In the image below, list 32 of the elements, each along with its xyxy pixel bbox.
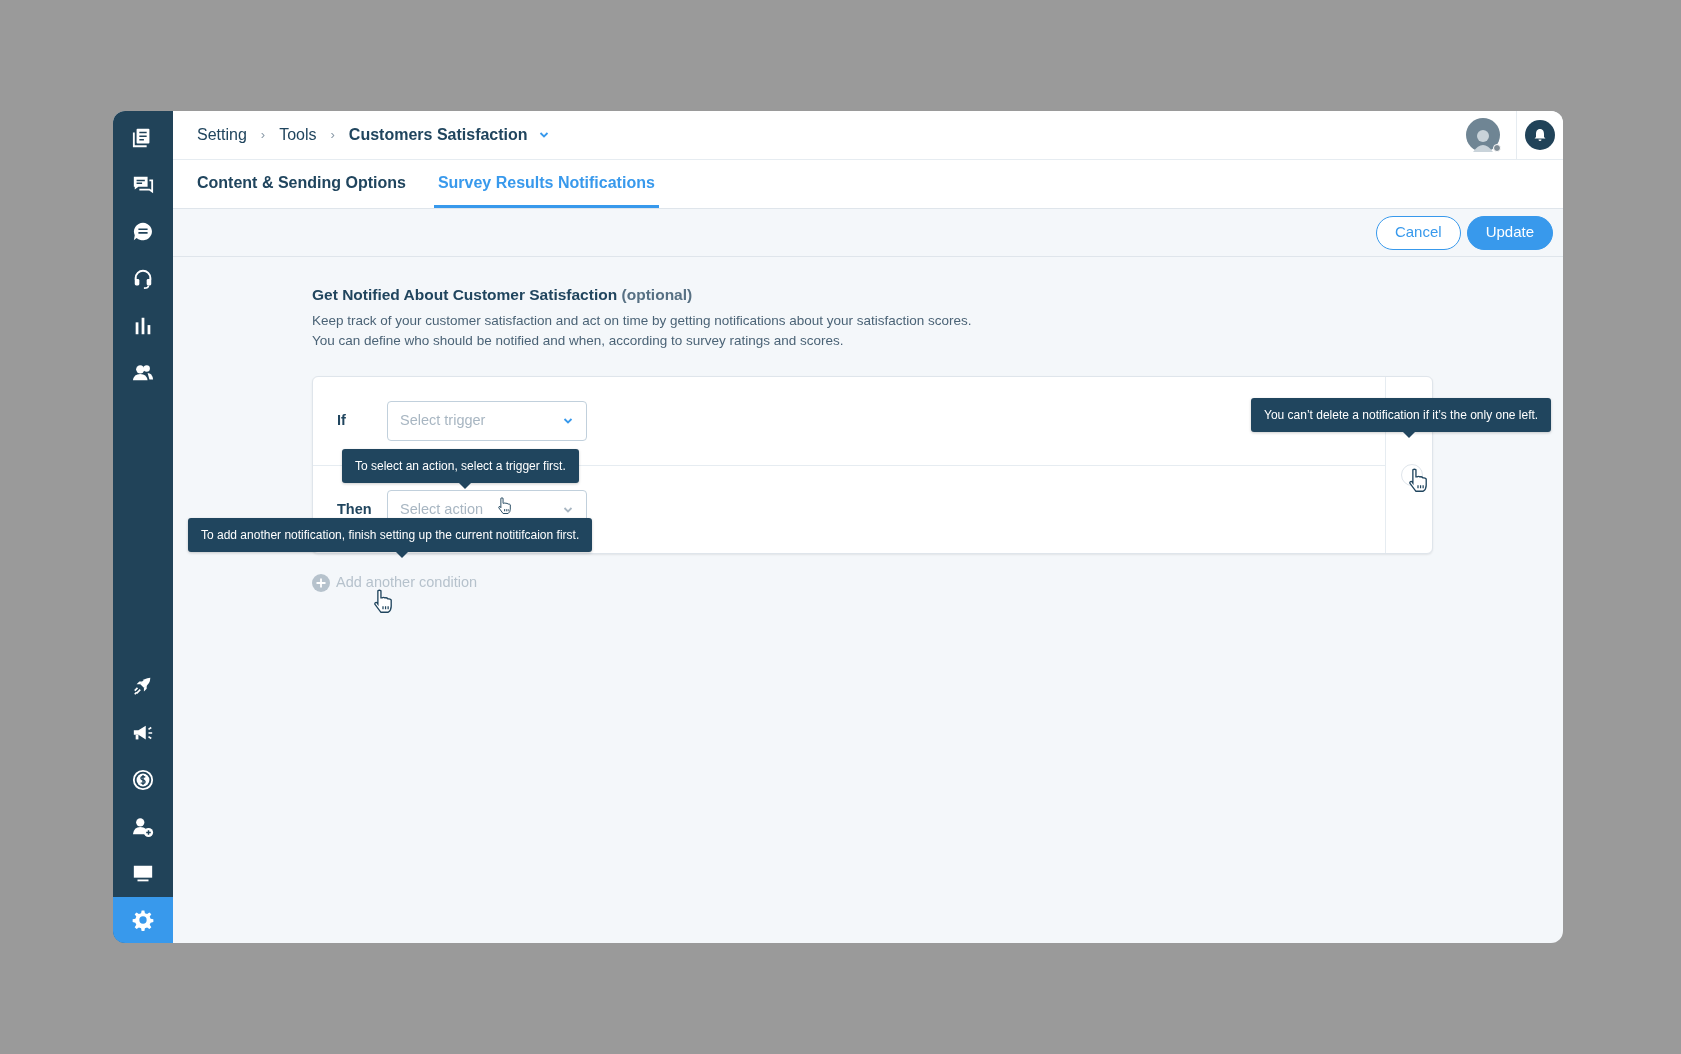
notifications-button[interactable] bbox=[1525, 120, 1555, 150]
person-silhouette-icon bbox=[1473, 128, 1493, 152]
dollar-icon bbox=[132, 768, 154, 791]
breadcrumb-separator: › bbox=[330, 126, 335, 145]
update-button[interactable]: Update bbox=[1466, 215, 1553, 250]
tooltip-arrow bbox=[459, 483, 471, 489]
plus-icon bbox=[312, 573, 330, 592]
tooltip-arrow bbox=[1403, 432, 1415, 438]
settings-icon bbox=[132, 909, 154, 931]
status-dot bbox=[1493, 144, 1501, 152]
chat-bubble-icon bbox=[132, 220, 154, 243]
dropdown-field[interactable]: Select trigger bbox=[387, 401, 587, 441]
section-title: Get Notified About Customer Satisfaction bbox=[312, 286, 618, 303]
avatar[interactable] bbox=[1466, 118, 1500, 152]
hand-cursor-icon bbox=[373, 589, 393, 613]
rule-label: Then bbox=[337, 499, 373, 519]
rule-label: If bbox=[337, 411, 347, 431]
tab[interactable]: Content & Sending Options bbox=[193, 160, 410, 208]
breadcrumb-link[interactable]: Tools bbox=[279, 123, 317, 147]
hand-cursor-icon bbox=[497, 497, 512, 514]
add-user-icon bbox=[132, 815, 154, 838]
cancel-button[interactable]: Cancel bbox=[1375, 215, 1461, 250]
description-text: You can define who should be notified and when, according to survey ratings and scores. bbox=[312, 332, 845, 350]
optional-note: (optional) bbox=[621, 286, 693, 303]
tab[interactable]: Survey Results Notifications bbox=[433, 160, 659, 208]
headset-icon bbox=[132, 267, 154, 290]
breadcrumb-current: Customers Satisfaction bbox=[348, 125, 528, 145]
breadcrumb-separator: › bbox=[260, 126, 266, 145]
bell-icon bbox=[1533, 128, 1547, 142]
description-text: Keep track of your customer satisfaction and act on time by getting notifications about your satisfaction scores. bbox=[312, 312, 973, 330]
tooltip-arrow bbox=[396, 552, 408, 558]
breadcrumb-link[interactable]: Setting bbox=[197, 123, 247, 147]
